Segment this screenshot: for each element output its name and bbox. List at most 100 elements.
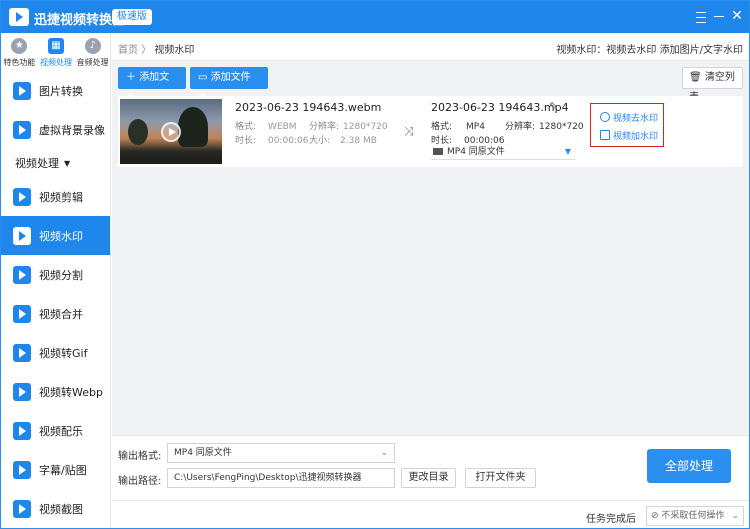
remove-watermark-label: 视频去水印 xyxy=(613,114,659,124)
remove-watermark-button[interactable]: 视频去水印 xyxy=(600,111,658,124)
meta-value: 00:00:06 xyxy=(268,136,309,146)
output-format-select-value: MP4 同原文件 xyxy=(447,147,505,157)
sidebar-item-image-convert[interactable]: 图片转换 xyxy=(1,71,110,110)
subtitle-icon xyxy=(13,460,31,479)
play-icon[interactable] xyxy=(161,122,181,142)
output-settings-panel: 输出格式: MP4 同原文件 ⌄ 输出路径: C:\Users\FengPing… xyxy=(112,435,749,528)
output-format-value: MP4 同原文件 xyxy=(174,448,232,458)
clear-list-button[interactable]: 🗑 清空列表 xyxy=(682,67,743,103)
header-hint: 视频水印：视频去水印 添加图片/文字水印 xyxy=(556,45,743,56)
on-complete-dropdown[interactable]: ⊘ 不采取任何操作 ⌄ xyxy=(646,506,744,526)
video-thumbnail[interactable] xyxy=(120,99,222,164)
folder-icon: ▭ xyxy=(198,72,208,83)
file-list-item: 2023-06-23 194643.webm 格式: WEBM 分辨率: 1280*… xyxy=(118,96,743,167)
meta-label: 分辨率: xyxy=(309,122,340,132)
trash-icon: 🗑 xyxy=(689,72,702,83)
meta-label: 大小: xyxy=(309,136,331,146)
add-folder-button[interactable]: ▭ 添加文件夹 xyxy=(190,67,268,105)
output-file-name: 2023-06-23 194643.mp4 xyxy=(431,101,569,114)
title-bar: 迅捷视频转换器 极速版 ✕ xyxy=(1,1,749,33)
add-watermark-button[interactable]: 视频加水印 xyxy=(600,129,658,142)
music-icon xyxy=(13,421,31,440)
sidebar-item-label: 视频水印 xyxy=(39,229,83,243)
meta-label: 时长: xyxy=(235,136,257,146)
output-format-select[interactable]: MP4 同原文件 ▼ xyxy=(431,145,575,160)
star-icon: ★ xyxy=(11,38,28,54)
meta-value: 1280*720 xyxy=(539,122,584,132)
app-logo-icon xyxy=(9,8,29,26)
process-all-button[interactable]: 全部处理 xyxy=(647,449,731,483)
video-camera-icon xyxy=(433,148,443,155)
meta-value: 2.38 MB xyxy=(340,136,377,146)
dropdown-arrow-icon: ▼ xyxy=(564,147,571,156)
thumbnail-tree-shape xyxy=(178,107,208,147)
breadcrumb-current: 视频水印 xyxy=(154,45,195,56)
mode-tab-features[interactable]: ★ 特色功能 xyxy=(1,33,38,73)
menu-icon[interactable] xyxy=(691,6,711,26)
camera-icon xyxy=(13,120,31,139)
sidebar-item-video-gif[interactable]: 视频转Gif xyxy=(1,333,110,372)
merge-icon xyxy=(13,304,31,323)
output-path-label: 输出路径: xyxy=(118,476,162,487)
meta-label: 分辨率: xyxy=(505,122,536,132)
meta-label: 格式: xyxy=(235,122,257,132)
breadcrumb-home[interactable]: 首页 xyxy=(118,45,138,56)
sidebar-item-subtitle[interactable]: 字幕/贴图 xyxy=(1,450,110,489)
change-directory-button[interactable]: 更改目录 xyxy=(401,468,456,488)
meta-value: MP4 xyxy=(466,122,485,132)
sidebar-item-video-edit[interactable]: 视频剪辑 xyxy=(1,177,110,216)
open-folder-button[interactable]: 打开文件夹 xyxy=(465,468,536,488)
audio-icon: ♪ xyxy=(84,38,101,54)
video-edit-icon xyxy=(13,187,31,206)
edit-pencil-icon[interactable]: ✎ xyxy=(549,100,558,113)
mode-tab-audio[interactable]: ♪ 音频处理 xyxy=(74,33,110,73)
edition-badge: 极速版 xyxy=(112,9,152,25)
sidebar-item-screenshot[interactable]: 视频截图 xyxy=(1,489,110,528)
source-resolution: 分辨率: 1280*720 xyxy=(309,119,388,132)
sidebar-group-video[interactable]: 视频处理 ▼ xyxy=(1,149,110,177)
watermark-actions-highlight: 视频去水印 视频加水印 xyxy=(590,103,664,147)
sidebar-item-label: 视频截图 xyxy=(39,502,83,516)
mode-tab-label: 视频处理 xyxy=(40,58,72,67)
close-icon[interactable]: ✕ xyxy=(727,6,747,26)
breadcrumb-separator: 〉 xyxy=(141,45,152,56)
main-panel: 首页 〉 视频水印 视频水印：视频去水印 添加图片/文字水印 ＋ 添加文件 ▭ … xyxy=(112,33,749,528)
output-path-field[interactable]: C:\Users\FengPing\Desktop\迅捷视频转换器 xyxy=(167,468,395,488)
sidebar-item-video-webp[interactable]: 视频转Webp xyxy=(1,372,110,411)
output-resolution: 分辨率: 1280*720 xyxy=(505,119,584,132)
chevron-down-icon: ⌄ xyxy=(731,511,739,521)
meta-label: 格式: xyxy=(431,122,453,132)
meta-value: 1280*720 xyxy=(343,122,388,132)
sidebar-item-label: 图片转换 xyxy=(39,84,83,98)
on-complete-label: 任务完成后 xyxy=(586,514,636,525)
play-circle-icon xyxy=(600,112,610,122)
sidebar-item-virtual-bg[interactable]: 虚拟背景录像 xyxy=(1,110,110,149)
mode-tab-label: 音频处理 xyxy=(76,58,109,67)
gif-icon xyxy=(13,343,31,362)
mode-switcher: ★ 特色功能 ▦ 视频处理 ♪ 音频处理 xyxy=(1,33,110,73)
sidebar-item-label: 虚拟背景录像 xyxy=(39,123,105,137)
source-file-name: 2023-06-23 194643.webm xyxy=(235,101,382,114)
sidebar-item-video-music[interactable]: 视频配乐 xyxy=(1,411,110,450)
screenshot-icon xyxy=(13,499,31,518)
edit-square-icon xyxy=(600,130,610,140)
minimize-icon[interactable] xyxy=(709,6,729,26)
output-format-label: 输出格式: xyxy=(118,451,162,462)
sidebar-item-label: 视频剪辑 xyxy=(39,190,83,204)
plus-icon: ＋ xyxy=(126,72,136,83)
sidebar-item-video-merge[interactable]: 视频合并 xyxy=(1,294,110,333)
sidebar-item-label: 视频转Webp xyxy=(39,385,103,399)
add-file-button[interactable]: ＋ 添加文件 xyxy=(118,67,186,105)
status-bar: 任务完成后 ⊘ 不采取任何操作 ⌄ xyxy=(112,500,749,528)
convert-arrow-icon: ⤨ xyxy=(404,124,414,138)
no-action-icon: ⊘ xyxy=(651,511,659,521)
mode-tab-label: 特色功能 xyxy=(3,58,36,67)
app-window: 迅捷视频转换器 极速版 ✕ ★ 特色功能 ▦ 视频处理 ♪ 音频处理 图片转换 … xyxy=(0,0,750,529)
breadcrumb-bar: 首页 〉 视频水印 视频水印：视频去水印 添加图片/文字水印 xyxy=(112,33,749,61)
sidebar-item-video-split[interactable]: 视频分割 xyxy=(1,255,110,294)
mode-tab-video[interactable]: ▦ 视频处理 xyxy=(38,33,75,73)
breadcrumb: 首页 〉 视频水印 xyxy=(118,41,194,56)
meta-value: WEBM xyxy=(268,122,297,132)
sidebar-item-video-watermark[interactable]: 视频水印 xyxy=(1,216,110,255)
output-format-dropdown[interactable]: MP4 同原文件 ⌄ xyxy=(167,443,395,463)
